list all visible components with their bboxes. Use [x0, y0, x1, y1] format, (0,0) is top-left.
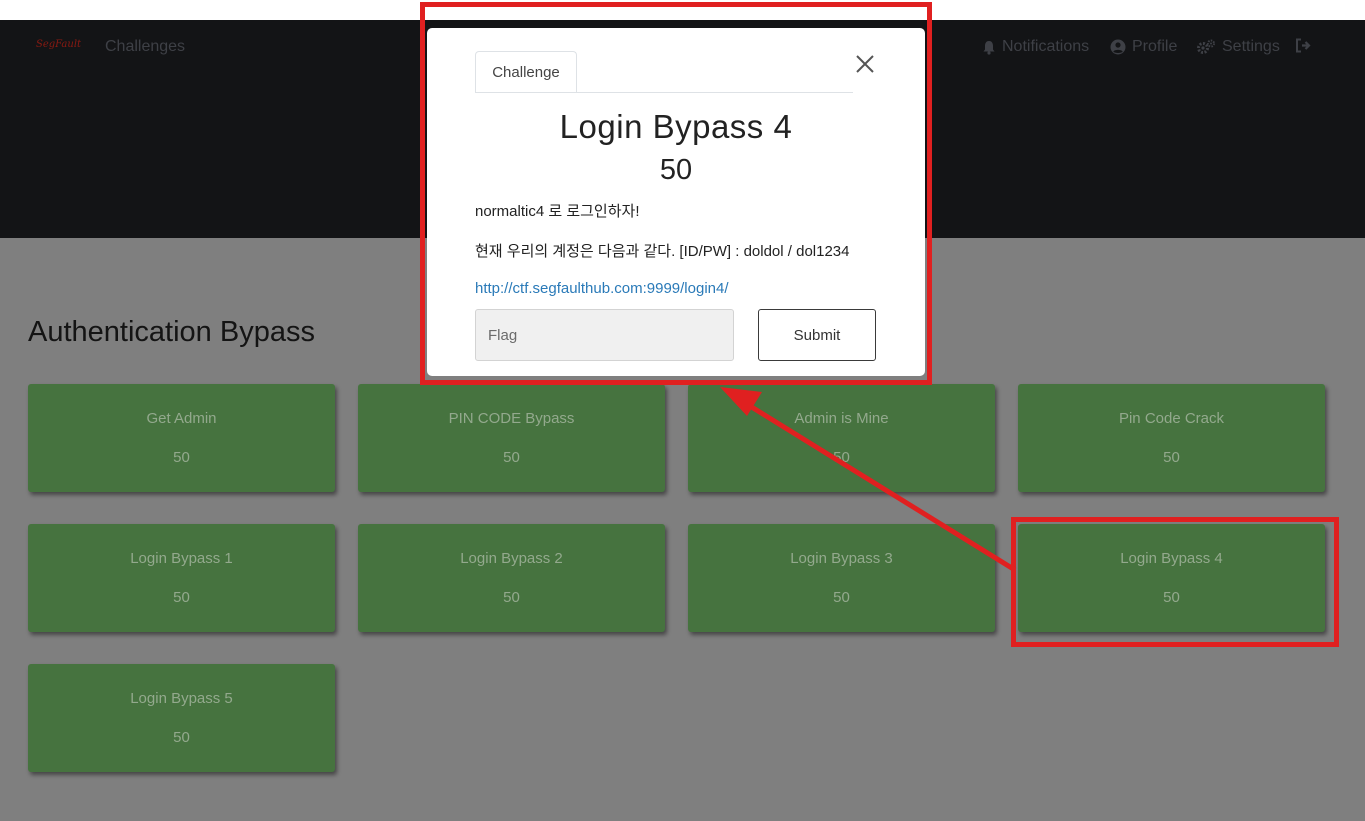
close-icon [856, 55, 874, 73]
category-title: Authentication Bypass [28, 316, 315, 348]
challenge-value: 50 [503, 449, 520, 466]
user-circle-icon [1110, 39, 1126, 55]
tab-challenge[interactable]: Challenge [475, 51, 577, 93]
challenge-name: Login Bypass 3 [790, 550, 893, 567]
challenge-value: 50 [833, 589, 850, 606]
nav-challenges[interactable]: Challenges [105, 38, 185, 56]
nav-notifications[interactable]: Notifications [982, 38, 1089, 56]
challenge-card-login-bypass-4[interactable]: Login Bypass 4 50 [1018, 524, 1325, 632]
challenge-value: 50 [1163, 589, 1180, 606]
challenge-card[interactable]: Login Bypass 2 50 [358, 524, 665, 632]
nav-profile-label: Profile [1132, 38, 1178, 55]
flag-input[interactable] [475, 309, 734, 361]
brand-logo[interactable]: SegFault [36, 39, 81, 50]
sign-out-icon [1296, 38, 1311, 53]
challenge-name: PIN CODE Bypass [448, 410, 575, 427]
challenge-card[interactable]: Get Admin 50 [28, 384, 335, 492]
challenge-value: 50 [1163, 449, 1180, 466]
challenge-name: Login Bypass 2 [460, 550, 563, 567]
submit-button[interactable]: Submit [758, 309, 876, 361]
challenge-name: Login Bypass 4 [1120, 550, 1223, 567]
nav-profile[interactable]: Profile [1110, 38, 1177, 56]
nav-challenges-label: Challenges [105, 38, 186, 55]
bell-icon [983, 40, 995, 55]
nav-settings-label: Settings [1222, 38, 1280, 55]
top-strip [0, 0, 1365, 20]
modal-value: 50 [659, 154, 693, 186]
challenge-card[interactable]: Login Bypass 5 50 [28, 664, 335, 772]
challenge-card[interactable]: Login Bypass 3 50 [688, 524, 995, 632]
challenge-name: Get Admin [146, 410, 217, 427]
challenge-value: 50 [833, 449, 850, 466]
description-line-1: normaltic4 로 로그인하자! [475, 203, 640, 220]
challenge-name: Pin Code Crack [1118, 410, 1225, 427]
challenge-value: 50 [173, 729, 190, 746]
challenge-card[interactable]: Admin is Mine 50 [688, 384, 995, 492]
challenge-card[interactable]: Pin Code Crack 50 [1018, 384, 1325, 492]
challenge-name: Admin is Mine [794, 410, 889, 427]
cogs-icon [1197, 39, 1215, 54]
challenge-value: 50 [503, 589, 520, 606]
nav-notifications-label: Notifications [1002, 38, 1090, 55]
challenge-card[interactable]: PIN CODE Bypass 50 [358, 384, 665, 492]
modal-title: Login Bypass 4 [559, 108, 793, 145]
close-button[interactable] [853, 52, 877, 76]
challenge-name: Login Bypass 1 [130, 550, 233, 567]
nav-settings[interactable]: Settings [1196, 38, 1280, 56]
challenge-modal: Challenge Login Bypass 4 50 normaltic4 로… [427, 28, 925, 376]
challenge-grid: Get Admin 50 PIN CODE Bypass 50 Admin is… [28, 384, 1325, 772]
challenge-value: 50 [173, 589, 190, 606]
challenge-value: 50 [173, 449, 190, 466]
challenge-name: Login Bypass 5 [130, 690, 233, 707]
challenge-card[interactable]: Login Bypass 1 50 [28, 524, 335, 632]
nav-logout[interactable] [1295, 38, 1312, 53]
tab-divider [475, 92, 853, 93]
description-line-2: 현재 우리의 계정은 다음과 같다. [ID/PW] : doldol / do… [475, 243, 850, 260]
challenge-link[interactable]: http://ctf.segfaulthub.com:9999/login4/ [475, 280, 729, 297]
